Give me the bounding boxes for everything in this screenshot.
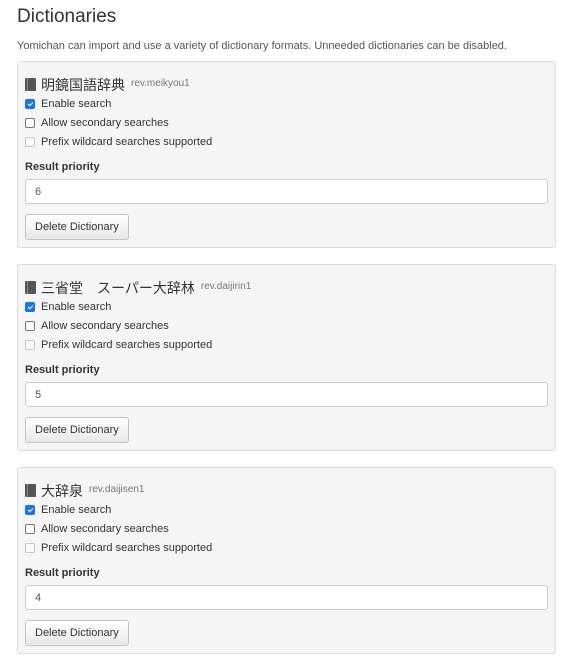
- prefix-wildcard-checkbox: [25, 542, 35, 553]
- result-priority-input[interactable]: 6: [25, 179, 548, 204]
- dictionary-panel: 三省堂 スーパー大辞林 rev.daijirin1 Enable search …: [17, 264, 556, 451]
- secondary-search-label: Allow secondary searches: [41, 319, 169, 332]
- prefix-wildcard-option: Prefix wildcard searches supported: [25, 335, 548, 354]
- dictionary-panel: 大辞泉 rev.daijisen1 Enable search Allow se…: [17, 467, 556, 654]
- dictionary-header: 三省堂 スーパー大辞林 rev.daijirin1: [25, 265, 548, 297]
- page-description: Yomichan can import and use a variety of…: [17, 40, 507, 52]
- secondary-search-option[interactable]: Allow secondary searches: [25, 316, 548, 335]
- dictionary-name: 三省堂 スーパー大辞林: [41, 280, 195, 296]
- secondary-search-option[interactable]: Allow secondary searches: [25, 519, 548, 538]
- result-priority-label: Result priority: [25, 161, 100, 173]
- book-icon: [25, 281, 36, 294]
- enable-search-label: Enable search: [41, 503, 112, 516]
- prefix-wildcard-label: Prefix wildcard searches supported: [41, 338, 213, 351]
- enable-search-option[interactable]: Enable search: [25, 94, 548, 113]
- prefix-wildcard-label: Prefix wildcard searches supported: [41, 135, 213, 148]
- prefix-wildcard-option: Prefix wildcard searches supported: [25, 132, 548, 151]
- secondary-search-checkbox[interactable]: [25, 117, 35, 128]
- enable-search-option[interactable]: Enable search: [25, 500, 548, 519]
- result-priority-label: Result priority: [25, 567, 100, 579]
- dictionary-revision: rev.daijirin1: [200, 281, 252, 292]
- secondary-search-checkbox[interactable]: [25, 523, 35, 534]
- delete-dictionary-button[interactable]: Delete Dictionary: [25, 417, 129, 443]
- prefix-wildcard-label: Prefix wildcard searches supported: [41, 541, 213, 554]
- enable-search-option[interactable]: Enable search: [25, 297, 548, 316]
- enable-search-checkbox[interactable]: [25, 504, 35, 515]
- prefix-wildcard-checkbox: [25, 339, 35, 350]
- result-priority-input[interactable]: 4: [25, 585, 548, 610]
- secondary-search-label: Allow secondary searches: [41, 116, 169, 129]
- enable-search-checkbox[interactable]: [25, 98, 35, 109]
- dictionary-revision: rev.daijisen1: [89, 484, 145, 495]
- result-priority-input[interactable]: 5: [25, 382, 548, 407]
- page-title: Dictionaries: [17, 6, 117, 27]
- dictionary-panel: 明鏡国語辞典 rev.meikyou1 Enable search Allow …: [17, 61, 556, 248]
- prefix-wildcard-option: Prefix wildcard searches supported: [25, 538, 548, 557]
- secondary-search-checkbox[interactable]: [25, 320, 35, 331]
- book-icon: [25, 484, 36, 497]
- dictionary-revision: rev.meikyou1: [131, 78, 190, 89]
- secondary-search-label: Allow secondary searches: [41, 522, 169, 535]
- dictionary-name: 大辞泉: [41, 483, 83, 499]
- book-icon: [25, 78, 36, 91]
- dictionary-header: 明鏡国語辞典 rev.meikyou1: [25, 62, 548, 94]
- result-priority-label: Result priority: [25, 364, 100, 376]
- dictionary-header: 大辞泉 rev.daijisen1: [25, 468, 548, 500]
- delete-dictionary-button[interactable]: Delete Dictionary: [25, 214, 129, 240]
- delete-dictionary-button[interactable]: Delete Dictionary: [25, 620, 129, 646]
- enable-search-checkbox[interactable]: [25, 301, 35, 312]
- prefix-wildcard-checkbox: [25, 136, 35, 147]
- enable-search-label: Enable search: [41, 97, 112, 110]
- enable-search-label: Enable search: [41, 300, 112, 313]
- dictionaries-page: Dictionaries Yomichan can import and use…: [0, 0, 567, 654]
- secondary-search-option[interactable]: Allow secondary searches: [25, 113, 548, 132]
- dictionary-name: 明鏡国語辞典: [41, 77, 125, 93]
